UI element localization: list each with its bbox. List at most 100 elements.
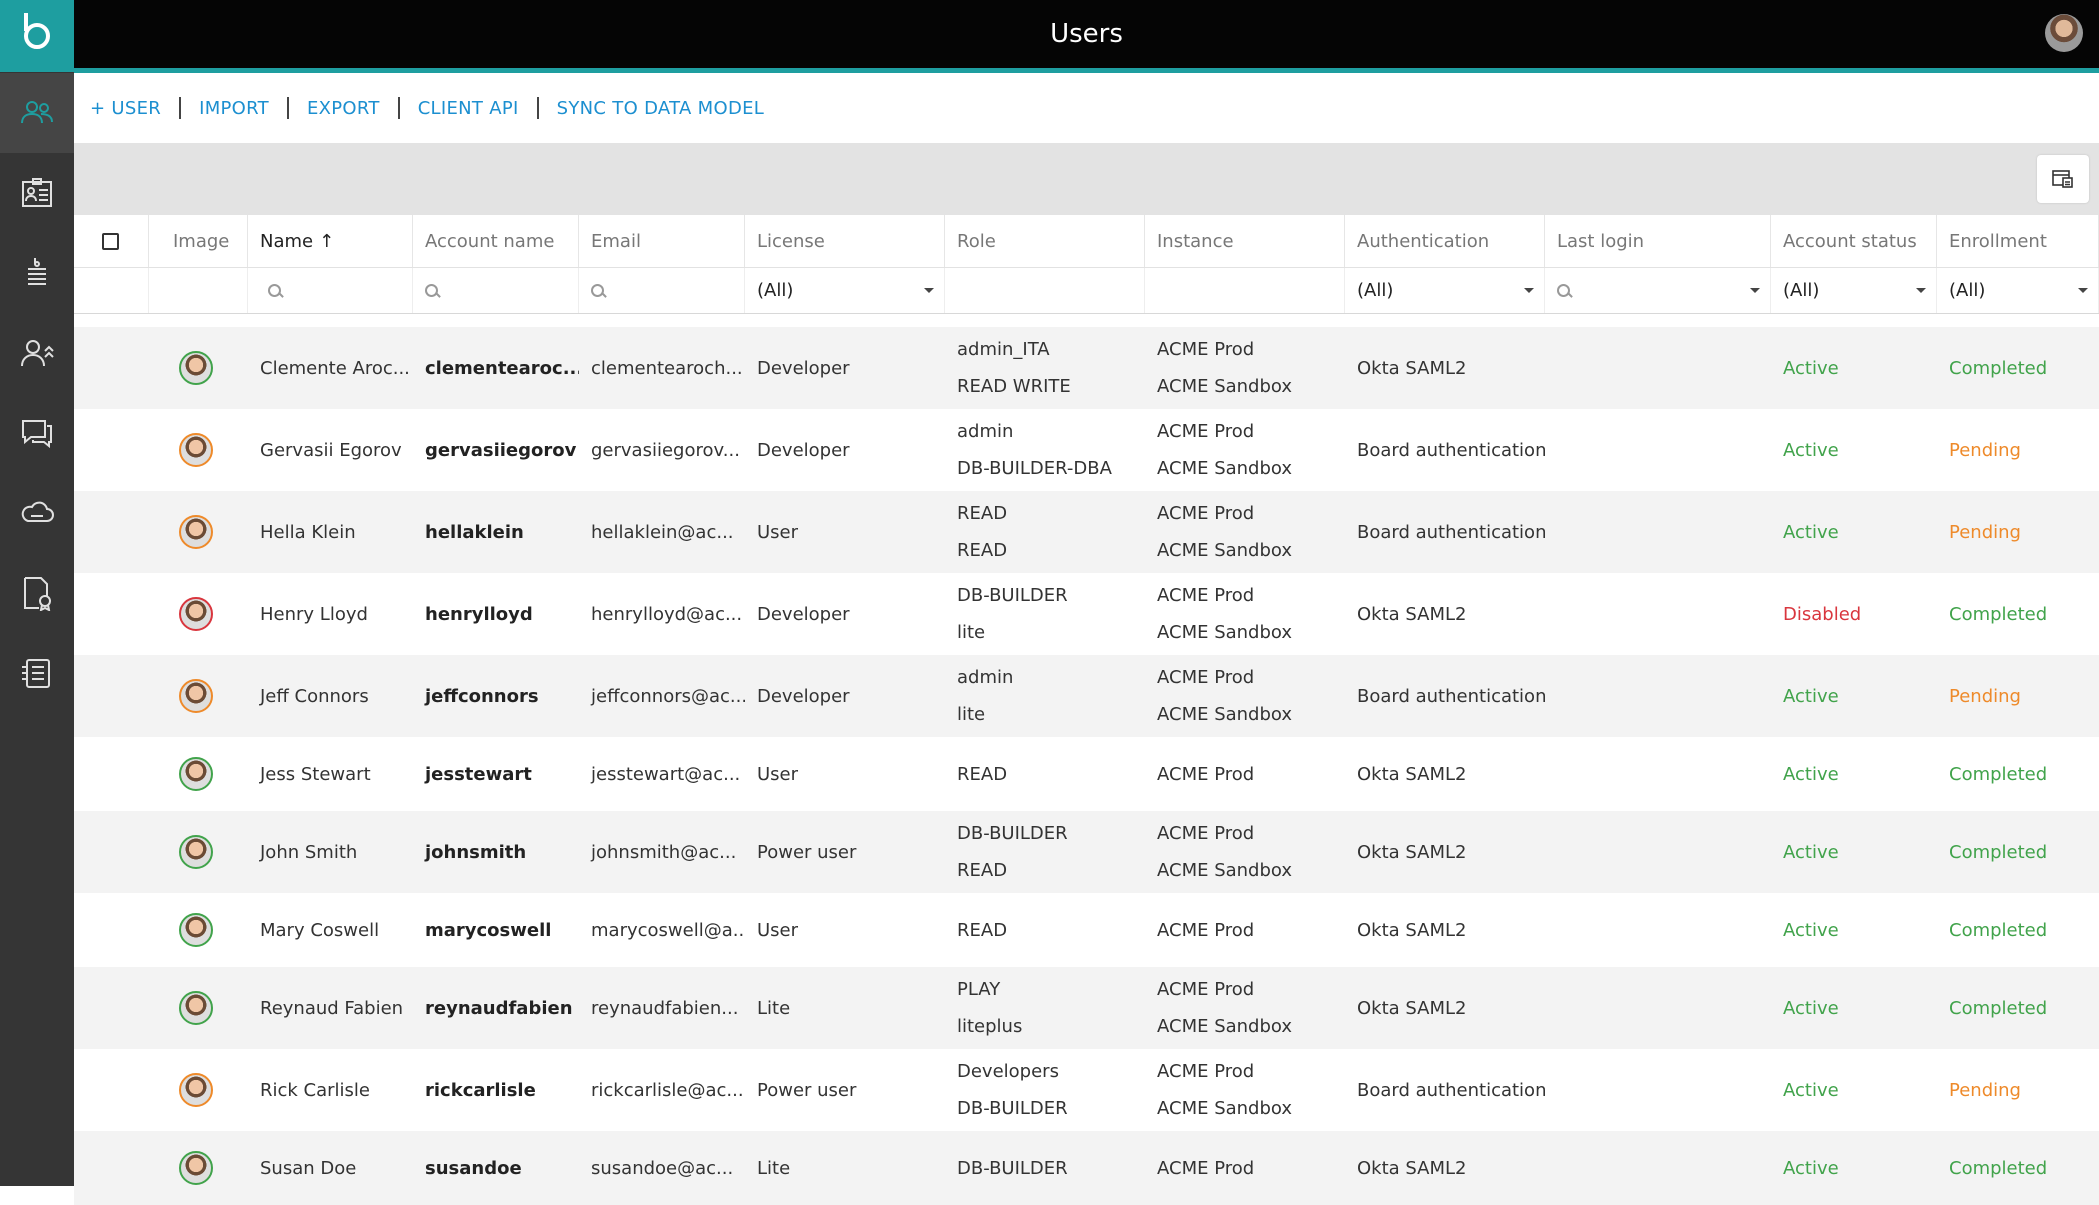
column-header-last-login[interactable]: Last login	[1545, 215, 1771, 267]
instance-item: ACME Sandbox	[1157, 458, 1293, 479]
row-select[interactable]	[74, 1131, 149, 1205]
authentication-filter-value: (All)	[1357, 280, 1394, 301]
client-api-button[interactable]: CLIENT API	[400, 98, 537, 119]
column-header-name[interactable]: Name ↑	[248, 215, 413, 267]
email-filter-input[interactable]	[579, 268, 745, 313]
account-name-cell: henrylloyd	[425, 603, 533, 625]
column-header-account-status[interactable]: Account status	[1771, 215, 1937, 267]
role-cell: READ READ	[945, 491, 1145, 573]
name-cell: Rick Carlisle	[260, 1079, 371, 1101]
enrollment-cell: Pending	[1949, 521, 2021, 543]
account-status-cell: Active	[1783, 919, 1839, 941]
row-select[interactable]	[74, 327, 149, 409]
export-button[interactable]: EXPORT	[289, 98, 398, 119]
table-row[interactable]: Rick Carlisle rickcarlisle rickcarlisle@…	[74, 1049, 2099, 1131]
authentication-cell: Okta SAML2	[1357, 1157, 1467, 1179]
instance-item: ACME Sandbox	[1157, 704, 1293, 725]
name-cell: Hella Klein	[260, 521, 356, 543]
table-row[interactable]: Jess Stewart jesstewart jesstewart@ac...…	[74, 737, 2099, 811]
account-status-cell: Active	[1783, 997, 1839, 1019]
instance-item: ACME Prod	[1157, 585, 1255, 606]
users-icon	[21, 101, 53, 124]
sidebar-item-cloud[interactable]	[0, 473, 74, 553]
table-row[interactable]: John Smith johnsmith johnsmith@ac... Pow…	[74, 811, 2099, 893]
authentication-cell: Okta SAML2	[1357, 603, 1467, 625]
chat-icon	[22, 420, 52, 449]
board-logo[interactable]	[0, 0, 74, 72]
last-login-cell	[1545, 327, 1771, 409]
table-row[interactable]: Henry Lloyd henrylloyd henrylloyd@ac... …	[74, 573, 2099, 655]
authentication-filter-select[interactable]: (All)	[1345, 268, 1545, 313]
instance-item: ACME Prod	[1157, 1061, 1255, 1082]
filter-empty	[945, 268, 1145, 313]
import-button[interactable]: IMPORT	[181, 98, 287, 119]
license-cell: Developer	[757, 603, 850, 625]
role-cell: admin lite	[945, 655, 1145, 737]
sidebar-item-profiles[interactable]	[0, 153, 74, 233]
name-filter-input[interactable]	[248, 268, 413, 313]
account-status-cell: Active	[1783, 521, 1839, 543]
sidebar-item-roles[interactable]	[0, 313, 74, 393]
table-row[interactable]: Clemente Aroc... clementearoc... clement…	[74, 327, 2099, 409]
account-filter-input[interactable]	[413, 268, 579, 313]
row-select[interactable]	[74, 893, 149, 967]
row-select[interactable]	[74, 491, 149, 573]
instance-item: ACME Sandbox	[1157, 622, 1293, 643]
column-chooser-button[interactable]	[2037, 155, 2089, 203]
sidebar-item-users[interactable]	[0, 73, 74, 153]
column-header-image[interactable]: Image	[149, 215, 248, 267]
column-header-authentication[interactable]: Authentication	[1345, 215, 1545, 267]
column-header-role[interactable]: Role	[945, 215, 1145, 267]
row-select[interactable]	[74, 811, 149, 893]
certificate-icon	[24, 577, 51, 611]
row-select[interactable]	[74, 1049, 149, 1131]
table-row[interactable]: Gervasii Egorov gervasiiegorov gervasiie…	[74, 409, 2099, 491]
id-card-icon	[22, 178, 52, 207]
column-header-account-name[interactable]: Account name	[413, 215, 579, 267]
last-login-filter-input[interactable]	[1545, 268, 1771, 313]
image-cell	[149, 1049, 248, 1131]
column-header-enrollment[interactable]: Enrollment	[1937, 215, 2099, 267]
sync-data-model-button[interactable]: SYNC TO DATA MODEL	[539, 98, 783, 119]
role-item: DB-BUILDER	[957, 1098, 1068, 1119]
column-header-instance[interactable]: Instance	[1145, 215, 1345, 267]
sidebar-item-licenses[interactable]	[0, 553, 74, 633]
current-user-avatar[interactable]	[2045, 14, 2083, 52]
row-select[interactable]	[74, 409, 149, 491]
table-row[interactable]: Hella Klein hellaklein hellaklein@ac... …	[74, 491, 2099, 573]
name-cell: Mary Coswell	[260, 919, 380, 941]
license-cell: Power user	[757, 1079, 857, 1101]
sidebar-item-databases[interactable]	[0, 233, 74, 313]
column-header-email[interactable]: Email	[579, 215, 745, 267]
row-select[interactable]	[74, 573, 149, 655]
table-row[interactable]: Susan Doe susandoe susandoe@ac... Lite D…	[74, 1131, 2099, 1205]
table-row[interactable]: Mary Coswell marycoswell marycoswell@a..…	[74, 893, 2099, 967]
settings-list-icon	[22, 659, 50, 688]
account-name-cell: reynaudfabien	[425, 997, 573, 1019]
last-login-cell	[1545, 573, 1771, 655]
column-header-license[interactable]: License	[745, 215, 945, 267]
row-select[interactable]	[74, 655, 149, 737]
name-cell: John Smith	[260, 841, 358, 863]
search-icon	[425, 283, 439, 298]
instance-item: ACME Sandbox	[1157, 540, 1293, 561]
license-filter-select[interactable]: (All)	[745, 268, 945, 313]
sidebar-item-messages[interactable]	[0, 393, 74, 473]
select-all-checkbox[interactable]	[102, 232, 119, 250]
instance-item: ACME Prod	[1157, 667, 1255, 688]
table-row[interactable]: Jeff Connors jeffconnors jeffconnors@ac.…	[74, 655, 2099, 737]
table-row[interactable]: Reynaud Fabien reynaudfabien reynaudfabi…	[74, 967, 2099, 1049]
add-user-button[interactable]: + USER	[90, 98, 179, 119]
last-login-cell	[1545, 1131, 1771, 1205]
license-cell: Power user	[757, 841, 857, 863]
image-cell	[149, 893, 248, 967]
email-cell: johnsmith@ac...	[591, 841, 737, 863]
row-select[interactable]	[74, 967, 149, 1049]
account-status-filter-select[interactable]: (All)	[1771, 268, 1937, 313]
row-select[interactable]	[74, 737, 149, 811]
email-cell: susandoe@ac...	[591, 1157, 734, 1179]
enrollment-filter-select[interactable]: (All)	[1937, 268, 2099, 313]
column-chooser-icon	[2052, 170, 2073, 188]
sidebar-item-settings[interactable]	[0, 633, 74, 713]
name-cell: Jess Stewart	[260, 763, 371, 785]
